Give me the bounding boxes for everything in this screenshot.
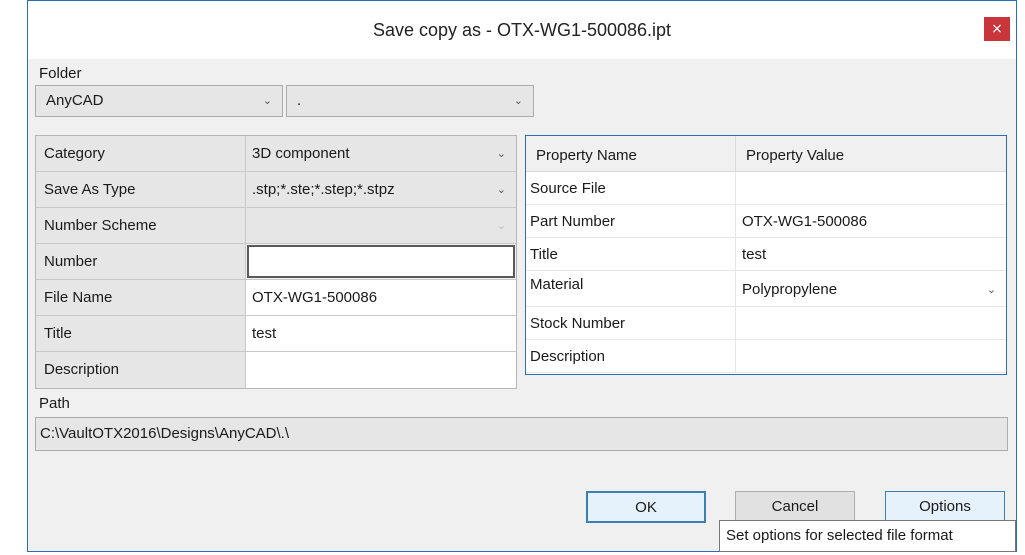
description-row: Description [36,352,516,388]
title-label: Title [36,316,246,351]
category-label: Category [36,136,246,171]
property-name-cell: Stock Number [526,307,736,339]
close-button[interactable]: × [984,17,1010,41]
property-table-header: Property Name Property Value [526,136,1006,172]
property-name-cell: Part Number [526,205,736,237]
path-label: Path [39,395,70,412]
category-row: Category 3D component ⌄ [36,136,516,172]
file-name-row: File Name OTX-WG1-500086 [36,280,516,316]
table-row[interactable]: Part Number OTX-WG1-500086 [526,205,1006,238]
material-dropdown[interactable]: Polypropylene ⌄ [736,271,1006,306]
cancel-button[interactable]: Cancel [735,491,855,523]
number-scheme-dropdown: ⌄ [246,208,516,243]
folder-primary-value: AnyCAD [46,92,104,109]
close-icon: × [991,21,1003,37]
material-value: Polypropylene [742,281,838,298]
chevron-down-icon: ⌄ [496,219,506,232]
table-row[interactable]: Source File [526,172,1006,205]
file-name-input[interactable]: OTX-WG1-500086 [246,280,516,315]
property-name-cell: Source File [526,172,736,204]
table-row[interactable]: Material Polypropylene ⌄ [526,271,1006,307]
save-copy-dialog: Save copy as - OTX-WG1-500086.ipt × Fold… [27,0,1017,552]
column-header-property-name[interactable]: Property Name [526,136,736,171]
property-value-cell[interactable]: test [736,238,1006,270]
property-name-cell: Material [526,271,736,306]
title-row: Title test [36,316,516,352]
file-name-label: File Name [36,280,246,315]
chevron-down-icon: ⌄ [496,183,506,196]
chevron-down-icon: ⌄ [262,94,272,107]
folder-secondary-value: . [297,92,302,109]
save-as-type-row: Save As Type .stp;*.ste;*.step;*.stpz ⌄ [36,172,516,208]
folder-secondary-dropdown[interactable]: . ⌄ [286,85,534,117]
number-input[interactable] [247,245,515,278]
chevron-down-icon: ⌄ [986,283,996,296]
path-field: C:\VaultOTX2016\Designs\AnyCAD\.\ [35,417,1008,451]
property-name-cell: Title [526,238,736,270]
table-row[interactable]: Description [526,340,1006,373]
number-scheme-label: Number Scheme [36,208,246,243]
window-title: Save copy as - OTX-WG1-500086.ipt [372,20,672,40]
column-header-property-value[interactable]: Property Value [736,136,854,171]
options-tooltip: Set options for selected file format [719,520,1016,552]
chevron-down-icon: ⌄ [513,94,523,107]
description-label: Description [36,352,246,388]
number-row: Number [36,244,516,280]
category-value: 3D component [252,145,350,162]
property-table: Property Name Property Value Source File… [525,135,1007,375]
save-as-type-value: .stp;*.ste;*.step;*.stpz [252,181,395,198]
title-input[interactable]: test [246,316,516,351]
property-name-cell: Description [526,340,736,372]
folder-primary-dropdown[interactable]: AnyCAD ⌄ [35,85,283,117]
title-bar: Save copy as - OTX-WG1-500086.ipt × [28,1,1016,59]
description-input[interactable] [246,352,516,388]
property-value-cell[interactable] [736,340,1006,372]
property-value-cell[interactable] [736,172,1006,204]
ok-button[interactable]: OK [586,491,706,523]
options-button[interactable]: Options [885,491,1005,523]
folder-label: Folder [39,65,82,82]
property-value-cell[interactable] [736,307,1006,339]
table-row[interactable]: Title test [526,238,1006,271]
save-as-type-dropdown[interactable]: .stp;*.ste;*.step;*.stpz ⌄ [246,172,516,207]
save-as-type-label: Save As Type [36,172,246,207]
number-scheme-row: Number Scheme ⌄ [36,208,516,244]
property-value-cell[interactable]: OTX-WG1-500086 [736,205,1006,237]
table-row[interactable]: Stock Number [526,307,1006,340]
save-options-grid: Category 3D component ⌄ Save As Type .st… [35,135,517,389]
chevron-down-icon: ⌄ [496,147,506,160]
category-dropdown[interactable]: 3D component ⌄ [246,136,516,171]
number-label: Number [36,244,246,279]
